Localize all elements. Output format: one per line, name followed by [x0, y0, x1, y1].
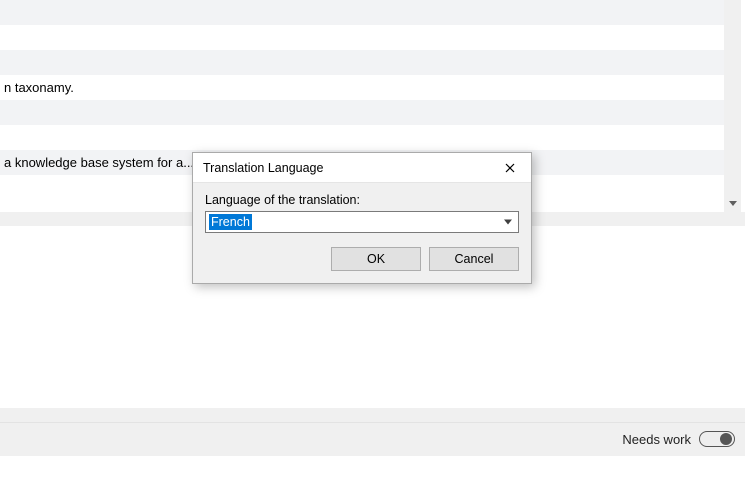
close-button[interactable]	[495, 156, 525, 180]
bottom-margin	[0, 456, 745, 502]
chevron-down-icon	[729, 201, 737, 206]
dialog-body: Language of the translation: French OK C…	[193, 183, 531, 283]
list-item[interactable]	[0, 50, 725, 75]
list-item[interactable]	[0, 125, 725, 150]
dialog-title: Translation Language	[203, 161, 323, 175]
vertical-scrollbar[interactable]	[724, 0, 741, 212]
list-item[interactable]	[0, 100, 725, 125]
dialog-button-row: OK Cancel	[205, 247, 519, 271]
cancel-button[interactable]: Cancel	[429, 247, 519, 271]
language-combobox-value: French	[209, 214, 252, 230]
needs-work-label: Needs work	[622, 432, 691, 447]
chevron-down-icon	[504, 220, 512, 225]
list-item[interactable]	[0, 25, 725, 50]
language-label: Language of the translation:	[205, 193, 519, 207]
list-item[interactable]	[0, 0, 725, 25]
language-combobox[interactable]: French	[205, 211, 519, 233]
ok-button[interactable]: OK	[331, 247, 421, 271]
toggle-knob-icon	[720, 433, 732, 445]
needs-work-toggle[interactable]	[699, 431, 735, 447]
list-item[interactable]: n taxonamy.	[0, 75, 725, 100]
dialog-titlebar[interactable]: Translation Language	[193, 153, 531, 183]
close-icon	[505, 163, 515, 173]
scroll-down-button[interactable]	[724, 195, 741, 212]
translation-language-dialog: Translation Language Language of the tra…	[192, 152, 532, 284]
